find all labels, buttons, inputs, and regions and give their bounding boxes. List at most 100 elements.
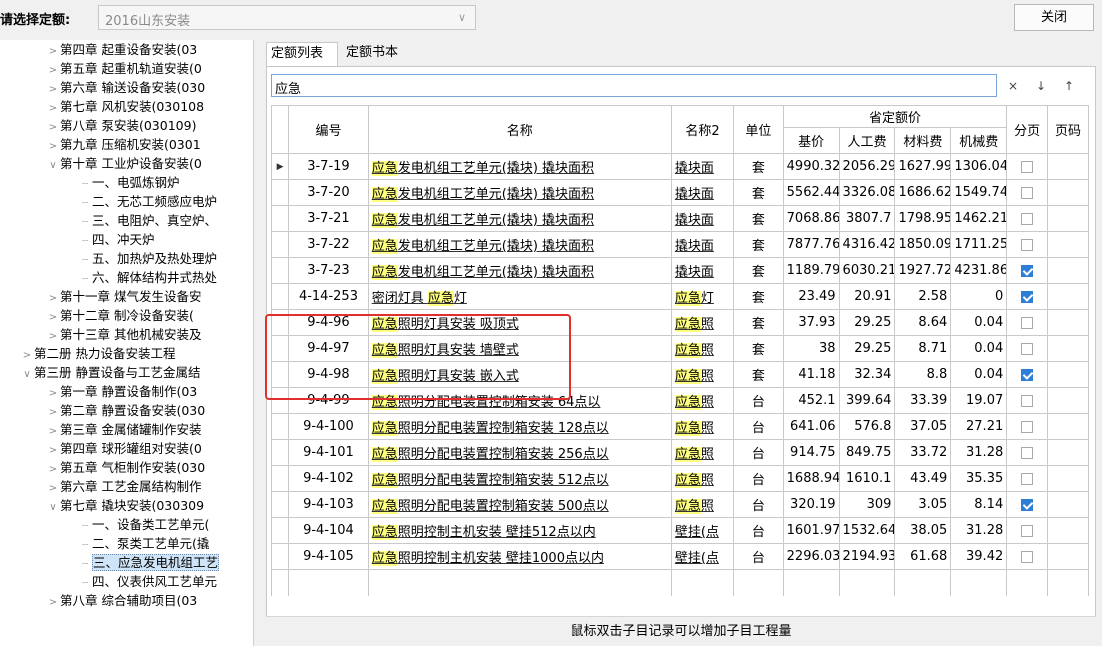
cell-code[interactable]: 3-7-19 xyxy=(288,153,369,180)
expand-arrow-icon[interactable]: > xyxy=(46,405,60,421)
table-row[interactable]: 9-4-99 应急照明分配电装置控制箱安装 64点以 应急照台 452.1 399.64… xyxy=(270,387,1089,414)
cell-unit[interactable]: 台 xyxy=(733,413,784,440)
table-row[interactable]: 9-4-101 应急照明分配电装置控制箱安装 256点以 应急照台 914.75 849… xyxy=(270,439,1089,466)
cell-base[interactable]: 7068.86 xyxy=(782,205,840,232)
tree-item[interactable]: > 第五章 气柜制作安装(030 xyxy=(46,460,205,476)
page-break-checkbox[interactable] xyxy=(1021,316,1034,329)
cell-code[interactable]: 4-14-253 xyxy=(288,283,369,310)
cell-name2[interactable]: 应急照 xyxy=(670,335,735,362)
close-button[interactable]: 关闭 xyxy=(1014,4,1094,31)
page-break-checkbox[interactable] xyxy=(1021,472,1034,485)
cell-name[interactable]: 应急照明分配电装置控制箱安装 256点以 xyxy=(367,439,672,466)
header-material[interactable]: 材料费 xyxy=(894,127,952,154)
tree-item[interactable]: ┈ 四、冲天炉 xyxy=(78,232,155,248)
cell-machine[interactable]: 1549.74 xyxy=(950,179,1008,206)
arrow-up-icon[interactable]: ↑ xyxy=(1059,76,1079,96)
page-break-checkbox[interactable] xyxy=(1021,446,1034,459)
tree-item[interactable]: > 第七章 风机安装(030108 xyxy=(46,99,204,115)
page-break-checkbox[interactable] xyxy=(1021,498,1034,511)
tree-item[interactable]: > 第八章 综合辅助项目(03 xyxy=(46,593,197,609)
cell-labor[interactable]: 2056.29 xyxy=(838,153,896,180)
table-row[interactable]: ▶ 3-7-19 应急发电机组工艺单元(撬块) 撬块面积 撬块面套 4990.32 205… xyxy=(270,153,1089,180)
cell-page-break[interactable] xyxy=(1006,491,1049,518)
cell-name[interactable]: 应急照明灯具安装 墙壁式 xyxy=(367,335,672,362)
tree-item[interactable]: > 第六章 输送设备安装(030 xyxy=(46,80,205,96)
cell-name[interactable]: 应急照明分配电装置控制箱安装 64点以 xyxy=(367,387,672,414)
cell-code[interactable]: 9-4-104 xyxy=(288,517,369,544)
table-row[interactable]: 9-4-97 应急照明灯具安装 墙壁式 应急照套 38 29.25 8.71 0.04 xyxy=(270,335,1089,362)
cell-page-no[interactable] xyxy=(1047,465,1089,492)
tree-item[interactable]: ∨ 第十章 工业炉设备安装(0 xyxy=(46,156,201,172)
cell-material[interactable]: 1686.62 xyxy=(894,179,952,206)
collapse-arrow-icon[interactable]: ∨ xyxy=(20,367,34,383)
page-break-checkbox[interactable] xyxy=(1021,264,1034,277)
cell-base[interactable]: 2296.03 xyxy=(782,543,840,570)
tree-item[interactable]: ┈ 六、解体结构井式热处 xyxy=(78,270,217,286)
cell-page-no[interactable] xyxy=(1047,283,1089,310)
table-row[interactable]: 9-4-96 应急照明灯具安装 吸顶式 应急照套 37.93 29.25 8.64 0.04 xyxy=(270,309,1089,336)
header-page-break[interactable]: 分页 xyxy=(1006,105,1049,154)
tree-item[interactable]: > 第六章 工艺金属结构制作 xyxy=(46,479,202,495)
tree-item[interactable]: ┈ 一、电弧炼钢炉 xyxy=(78,175,180,191)
cell-page-no[interactable] xyxy=(1047,413,1089,440)
cell-page-no[interactable] xyxy=(1047,491,1089,518)
expand-arrow-icon[interactable]: > xyxy=(46,386,60,402)
cell-unit[interactable]: 套 xyxy=(733,153,784,180)
cell-unit[interactable]: 台 xyxy=(733,491,784,518)
cell-page-break[interactable] xyxy=(1006,543,1049,570)
cell-labor[interactable]: 309 xyxy=(838,491,896,518)
page-break-checkbox[interactable] xyxy=(1021,238,1034,251)
cell-page-no[interactable] xyxy=(1047,205,1089,232)
tree-item[interactable]: > 第九章 压缩机安装(0301 xyxy=(46,137,201,153)
cell-labor[interactable]: 1610.1 xyxy=(838,465,896,492)
cell-page-no[interactable] xyxy=(1047,439,1089,466)
cell-machine[interactable]: 35.35 xyxy=(950,465,1008,492)
tree-item[interactable]: > 第十二章 制冷设备安装( xyxy=(46,308,194,324)
table-row[interactable]: 9-4-102 应急照明分配电装置控制箱安装 512点以 应急照台 1688.94 16… xyxy=(270,465,1089,492)
cell-base[interactable]: 1189.79 xyxy=(782,257,840,284)
cell-code[interactable]: 9-4-98 xyxy=(288,361,369,388)
cell-machine[interactable]: 19.07 xyxy=(950,387,1008,414)
cell-name2[interactable]: 壁挂(点 xyxy=(670,543,735,570)
cell-page-break[interactable] xyxy=(1006,465,1049,492)
expand-arrow-icon[interactable]: > xyxy=(46,329,60,345)
cell-code[interactable]: 9-4-99 xyxy=(288,387,369,414)
tree-item[interactable]: > 第一章 静置设备制作(03 xyxy=(46,384,197,400)
tree-item[interactable]: ┈ 二、泵类工艺单元(撬 xyxy=(78,536,209,552)
tree-item[interactable]: ∨ 第七章 撬块安装(030309 xyxy=(46,498,204,514)
cell-labor[interactable]: 849.75 xyxy=(838,439,896,466)
cell-name[interactable]: 应急照明灯具安装 嵌入式 xyxy=(367,361,672,388)
cell-unit[interactable]: 台 xyxy=(733,439,784,466)
cell-base[interactable]: 38 xyxy=(782,335,840,362)
cell-page-no[interactable] xyxy=(1047,335,1089,362)
table-row[interactable]: 9-4-103 应急照明分配电装置控制箱安装 500点以 应急照台 320.19 309… xyxy=(270,491,1089,518)
cell-name2[interactable]: 壁挂(点 xyxy=(670,517,735,544)
cell-page-no[interactable] xyxy=(1047,361,1089,388)
tree-item[interactable]: > 第十一章 煤气发生设备安 xyxy=(46,289,202,305)
cell-page-no[interactable] xyxy=(1047,257,1089,284)
chapter-tree[interactable]: > 第四章 起重设备安装(03 > 第五章 起重机轨道安装(0 > 第六章 输送设备安装(… xyxy=(0,40,254,646)
cell-name2[interactable]: 应急照 xyxy=(670,309,735,336)
cell-page-no[interactable] xyxy=(1047,153,1089,180)
cell-page-break[interactable] xyxy=(1006,205,1049,232)
expand-arrow-icon[interactable]: > xyxy=(46,120,60,136)
cell-unit[interactable]: 套 xyxy=(733,257,784,284)
tree-item[interactable]: > 第八章 泵安装(030109) xyxy=(46,118,197,136)
expand-arrow-icon[interactable]: > xyxy=(46,462,60,478)
cell-page-no[interactable] xyxy=(1047,517,1089,544)
expand-arrow-icon[interactable]: > xyxy=(46,139,60,155)
cell-material[interactable]: 61.68 xyxy=(894,543,952,570)
expand-arrow-icon[interactable]: > xyxy=(46,63,60,79)
cell-labor[interactable]: 399.64 xyxy=(838,387,896,414)
cell-name2[interactable]: 应急照 xyxy=(670,361,735,388)
cell-material[interactable]: 1927.72 xyxy=(894,257,952,284)
tree-item[interactable]: > 第四章 起重设备安装(03 xyxy=(46,42,197,58)
tree-item[interactable]: > 第二章 静置设备安装(030 xyxy=(46,403,205,419)
collapse-arrow-icon[interactable]: ∨ xyxy=(46,500,60,516)
table-row[interactable]: 9-4-98 应急照明灯具安装 嵌入式 应急照套 41.18 32.34 8.8 0.04 xyxy=(270,361,1089,388)
cell-name[interactable]: 应急发电机组工艺单元(撬块) 撬块面积 xyxy=(367,205,672,232)
cell-code[interactable]: 3-7-21 xyxy=(288,205,369,232)
chevron-down-icon[interactable]: ∨ xyxy=(453,8,471,28)
cell-labor[interactable]: 29.25 xyxy=(838,335,896,362)
header-name[interactable]: 名称 xyxy=(367,105,672,154)
